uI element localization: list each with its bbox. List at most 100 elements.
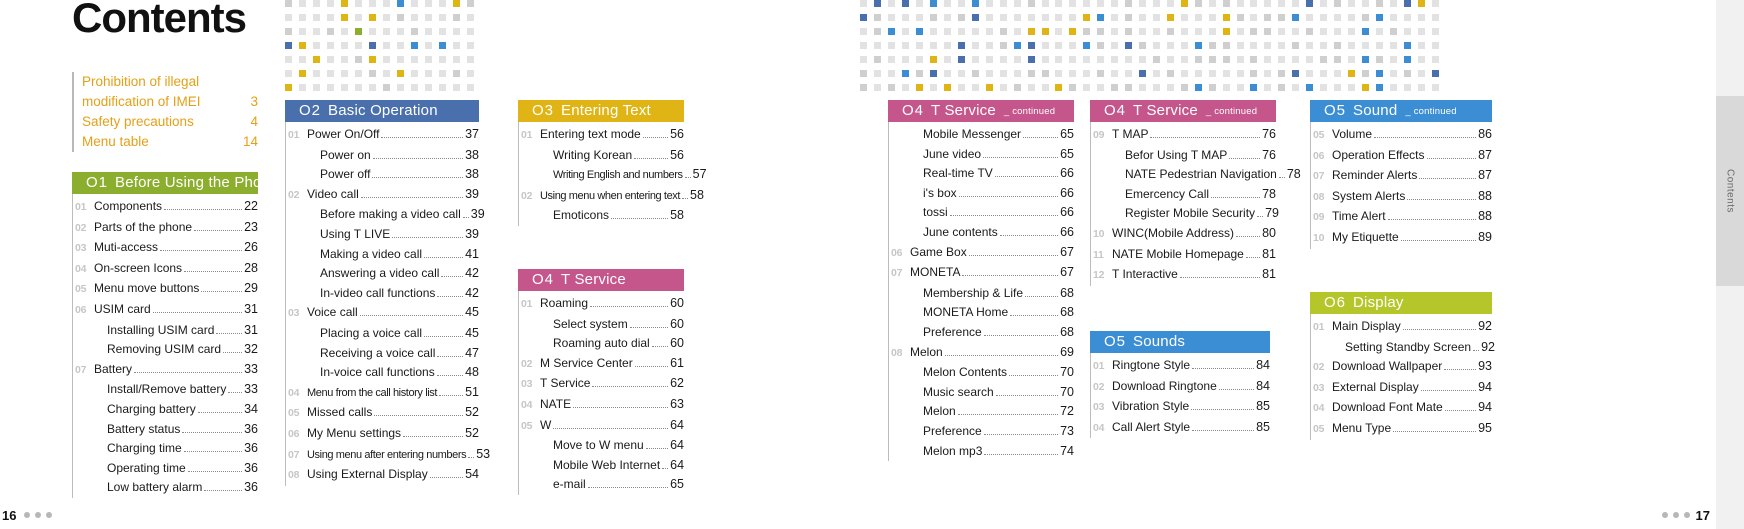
- toc-entry[interactable]: 01 Roaming 60: [521, 294, 684, 315]
- toc-entry[interactable]: 02 M Service Center 61: [521, 354, 684, 375]
- toc-entry[interactable]: Removing USIM card 32: [75, 340, 258, 360]
- thumb-tab-contents[interactable]: Contents: [1716, 96, 1744, 286]
- toc-entry[interactable]: e-mail 65: [521, 475, 684, 495]
- toc-entry[interactable]: Music search 70: [891, 383, 1074, 403]
- toc-entry[interactable]: Membership & Life 68: [891, 284, 1074, 304]
- toc-entry[interactable]: 02 Parts of the phone 23: [75, 218, 258, 239]
- toc-entry[interactable]: Using T LIVE 39: [288, 225, 479, 245]
- toc-entry[interactable]: 01 Entering text mode 56: [521, 125, 684, 146]
- toc-entry[interactable]: Charging time 36: [75, 439, 258, 459]
- toc-entry[interactable]: 02 Download Ringtone 84: [1093, 377, 1270, 398]
- toc-entry[interactable]: Select system 60: [521, 315, 684, 335]
- toc-entry[interactable]: 07 Battery 33: [75, 360, 258, 381]
- toc-entry[interactable]: Power off 38: [288, 165, 479, 185]
- toc-entry[interactable]: 03 T Service 62: [521, 374, 684, 395]
- toc-entry[interactable]: Low battery alarm 36: [75, 478, 258, 498]
- toc-entry[interactable]: June video 65: [891, 145, 1074, 165]
- toc-entry[interactable]: 08 System Alerts 88: [1313, 187, 1492, 208]
- toc-entry[interactable]: 10 WINC(Mobile Address) 80: [1093, 224, 1276, 245]
- toc-entry[interactable]: Charging battery 34: [75, 400, 258, 420]
- toc-entry[interactable]: Answering a video call 42: [288, 264, 479, 284]
- toc-entry[interactable]: Register Mobile Security 79: [1093, 204, 1279, 224]
- toc-entry[interactable]: 01 Ringtone Style 84: [1093, 356, 1270, 377]
- toc-entry[interactable]: Melon 72: [891, 402, 1074, 422]
- toc-entry[interactable]: 02 Video call 39: [288, 185, 479, 206]
- toc-entry[interactable]: 05 W 64: [521, 416, 684, 437]
- toc-entry[interactable]: 07 Reminder Alerts 87: [1313, 166, 1492, 187]
- toc-entry[interactable]: 03 Vibration Style 85: [1093, 397, 1270, 418]
- toc-entry[interactable]: June contents 66: [891, 223, 1074, 243]
- toc-entry[interactable]: 03 Muti-access 26: [75, 238, 258, 259]
- toc-entry[interactable]: 05 Volume 86: [1313, 125, 1492, 146]
- toc-entry[interactable]: 07 MONETA 67: [891, 263, 1074, 284]
- toc-entry[interactable]: Befor Using T MAP 76: [1093, 146, 1276, 166]
- toc-entry[interactable]: 03 External Display 94: [1313, 378, 1492, 399]
- toc-entry[interactable]: 08 Using External Display 54: [288, 465, 479, 486]
- toc-entry[interactable]: 08 Melon 69: [891, 343, 1074, 364]
- toc-entry[interactable]: MONETA Home 68: [891, 303, 1074, 323]
- toc-entry[interactable]: 06 USIM card 31: [75, 300, 258, 321]
- toc-entry[interactable]: 09 Time Alert 88: [1313, 207, 1492, 228]
- toc-entry[interactable]: Making a video call 41: [288, 245, 479, 265]
- section-header-o5b[interactable]: O5 Sound _ continued: [1310, 100, 1492, 122]
- list-item[interactable]: Safety precautions 4: [82, 112, 258, 132]
- section-header-o2[interactable]: O2 Basic Operation: [285, 100, 479, 122]
- toc-entry[interactable]: In-video call functions 42: [288, 284, 479, 304]
- toc-entry[interactable]: 04 Download Font Mate 94: [1313, 398, 1492, 419]
- toc-entry[interactable]: Before making a video call 39: [288, 205, 485, 225]
- toc-entry[interactable]: Real-time TV 66: [891, 164, 1074, 184]
- list-item[interactable]: modification of IMEI 3: [82, 92, 258, 112]
- toc-entry[interactable]: 04 Call Alert Style 85: [1093, 418, 1270, 439]
- toc-entry[interactable]: Placing a voice call 45: [288, 324, 479, 344]
- toc-entry[interactable]: Melon mp3 74: [891, 442, 1074, 462]
- toc-entry[interactable]: Setting Standby Screen 92: [1313, 338, 1495, 358]
- toc-entry[interactable]: 06 Operation Effects 87: [1313, 146, 1492, 167]
- toc-entry[interactable]: 05 Menu move buttons 29: [75, 279, 258, 300]
- toc-entry[interactable]: 02 Download Wallpaper 93: [1313, 357, 1492, 378]
- toc-entry[interactable]: In-voice call functions 48: [288, 363, 479, 383]
- toc-entry[interactable]: 07 Using menu after entering numbers 53: [288, 445, 490, 466]
- toc-entry[interactable]: 05 Menu Type 95: [1313, 419, 1492, 440]
- toc-entry[interactable]: 01 Components 22: [75, 197, 258, 218]
- toc-entry[interactable]: Receiving a voice call 47: [288, 344, 479, 364]
- toc-entry[interactable]: 04 Menu from the call history list 51: [288, 383, 479, 404]
- toc-entry[interactable]: 11 NATE Mobile Homepage 81: [1093, 245, 1276, 266]
- toc-entry[interactable]: 06 My Menu settings 52: [288, 424, 479, 445]
- toc-entry[interactable]: Move to W menu 64: [521, 436, 684, 456]
- toc-entry[interactable]: NATE Pedestrian Navigation 78: [1093, 165, 1301, 185]
- toc-entry[interactable]: 05 Missed calls 52: [288, 403, 479, 424]
- toc-entry[interactable]: 04 NATE 63: [521, 395, 684, 416]
- toc-entry[interactable]: Preference 68: [891, 323, 1074, 343]
- toc-entry[interactable]: Mobile Messenger 65: [891, 125, 1074, 145]
- toc-entry[interactable]: Power on 38: [288, 146, 479, 166]
- toc-entry[interactable]: Operating time 36: [75, 459, 258, 479]
- toc-entry[interactable]: 10 My Etiquette 89: [1313, 228, 1492, 249]
- list-item[interactable]: Menu table 14: [82, 132, 258, 152]
- toc-entry[interactable]: Emoticons 58: [521, 206, 684, 226]
- toc-entry[interactable]: 04 On-screen Icons 28: [75, 259, 258, 280]
- toc-entry[interactable]: Install/Remove battery 33: [75, 380, 258, 400]
- toc-entry[interactable]: Writing English and numbers 57: [521, 165, 707, 186]
- toc-entry[interactable]: Melon Contents 70: [891, 363, 1074, 383]
- section-header-o5a[interactable]: O5 Sounds: [1090, 331, 1270, 353]
- toc-entry[interactable]: Installing USIM card 31: [75, 321, 258, 341]
- toc-entry[interactable]: 02 Using menu when entering text 58: [521, 186, 704, 207]
- section-header-o6[interactable]: O6 Display: [1310, 292, 1492, 314]
- toc-entry[interactable]: 09 T MAP 76: [1093, 125, 1276, 146]
- toc-entry[interactable]: Writing Korean 56: [521, 146, 684, 166]
- toc-entry[interactable]: 12 T Interactive 81: [1093, 265, 1276, 286]
- toc-entry[interactable]: Preference 73: [891, 422, 1074, 442]
- toc-entry[interactable]: 01 Main Display 92: [1313, 317, 1492, 338]
- section-header-o3[interactable]: O3 Entering Text: [518, 100, 684, 122]
- section-header-o4a[interactable]: O4 T Service: [518, 269, 684, 291]
- toc-entry[interactable]: Mobile Web Internet 64: [521, 456, 684, 476]
- section-header-o1[interactable]: O1 Before Using the Phone: [72, 172, 279, 194]
- toc-entry[interactable]: 01 Power On/Off 37: [288, 125, 479, 146]
- toc-entry[interactable]: i's box 66: [891, 184, 1074, 204]
- section-header-o4c[interactable]: O4 T Service _ continued: [1090, 100, 1276, 122]
- toc-entry[interactable]: tossi 66: [891, 203, 1074, 223]
- toc-entry[interactable]: Emercency Call 78: [1093, 185, 1276, 205]
- toc-entry[interactable]: Battery status 36: [75, 420, 258, 440]
- list-item[interactable]: Prohibition of illegal: [82, 72, 258, 92]
- toc-entry[interactable]: 03 Voice call 45: [288, 303, 479, 324]
